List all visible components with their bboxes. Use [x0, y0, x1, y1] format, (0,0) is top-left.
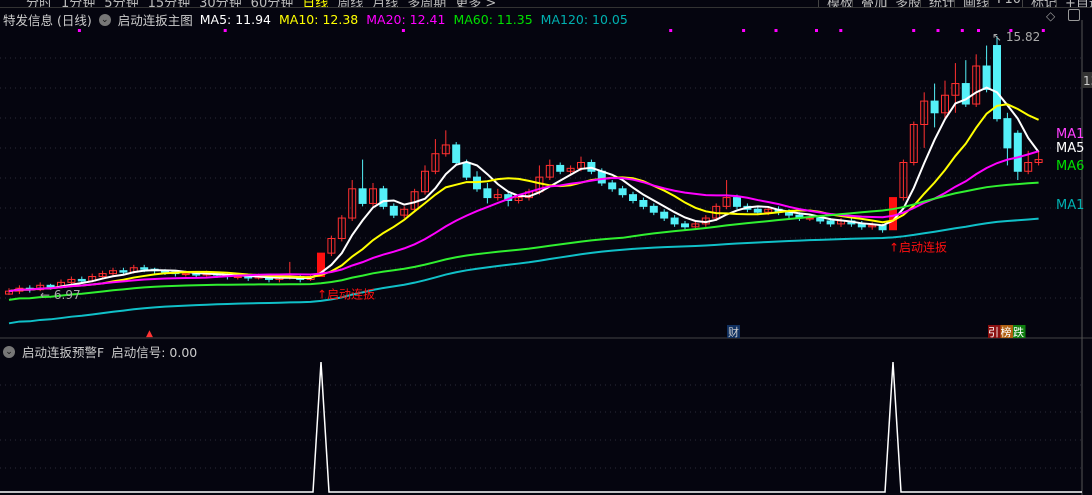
ma-value: MA60: 11.35 [453, 12, 533, 27]
candle [889, 197, 897, 231]
toolbar-button[interactable]: 多股 [886, 0, 921, 7]
candle [452, 144, 461, 163]
period-tab[interactable]: 更多 > [455, 0, 496, 7]
chevron-down-icon[interactable]: ⌄ [3, 345, 15, 358]
candle [649, 205, 658, 213]
candle [670, 217, 679, 225]
signal-annotation: ↑启动连扳 [317, 287, 375, 302]
candle [639, 200, 648, 207]
period-tab[interactable]: 60分钟 [251, 0, 294, 7]
top-marker [401, 29, 405, 32]
chevron-down-icon[interactable]: ⌄ [98, 13, 111, 26]
candle [733, 197, 741, 207]
finance-tag: 财 [728, 325, 739, 339]
candle [681, 223, 689, 228]
candle [753, 208, 762, 213]
ma-value: MA20: 12.41 [366, 12, 446, 27]
signal-annotation: ↑启动连扳 [889, 240, 947, 255]
period-tab[interactable]: 日线 [302, 0, 328, 7]
period-tab[interactable]: 月线 [372, 0, 398, 7]
indicator-name[interactable]: 启动连扳主图 [118, 10, 193, 29]
period-tab[interactable]: 多周期 [407, 0, 446, 7]
top-marker [774, 29, 778, 32]
sub-chart-header: ⌄ 启动连扳预警F 启动信号: 0.00 [3, 342, 197, 361]
period-tab[interactable]: 15分钟 [148, 0, 191, 7]
high-price-label: ↖ 15.82 [992, 30, 1040, 44]
period-toolbar: 分时 1分钟 5分钟 15分钟 30分钟 60分钟 日线 周线 月线 多周期 更多 > 模板 叠加 多股… [0, 0, 1092, 8]
period-tab[interactable]: 30分钟 [199, 0, 242, 7]
top-marker [977, 29, 980, 32]
candle [826, 220, 835, 225]
period-tab[interactable]: 周线 [337, 0, 363, 7]
candle [140, 267, 149, 270]
top-marker [77, 29, 81, 32]
period-tab[interactable]: 分时 [26, 0, 52, 7]
toolbar-buttons: 模板叠加多股统计画线F10标记+自选 [818, 0, 1092, 7]
toolbar-button[interactable]: F10 [988, 0, 1022, 7]
ma-right-label: MA6 [1056, 159, 1084, 174]
candle [389, 205, 398, 216]
ma5-line [8, 86, 1040, 293]
event-tag: 榜 [1001, 325, 1012, 339]
ma-value: MA5: 11.94 [199, 12, 272, 27]
top-marker [742, 29, 746, 32]
ma-right-label: MA1 [1056, 198, 1084, 213]
candle [660, 211, 669, 219]
top-marker [936, 29, 940, 32]
candle [358, 188, 367, 204]
toolbar-button[interactable]: 统计 [920, 0, 955, 7]
top-marker [960, 29, 964, 32]
ma-right-label: MA1 [1056, 127, 1084, 142]
price-axis-label: 13 [1083, 74, 1092, 88]
toolbar-button[interactable]: +自选 [1056, 0, 1092, 7]
sub-indicator-name[interactable]: 启动连扳预警F [22, 342, 104, 361]
period-tabs: 分时 1分钟 5分钟 15分钟 30分钟 60分钟 日线 周线 月线 多周期 更多 > [26, 0, 505, 7]
event-tag: 跌 [1013, 325, 1024, 339]
top-marker [669, 29, 673, 32]
up-arrow-icon: ▲ [146, 329, 153, 339]
top-marker [223, 29, 227, 32]
candle [982, 65, 991, 90]
candle [608, 182, 617, 190]
ma-value: MA10: 12.38 [279, 12, 359, 27]
candle [77, 278, 86, 282]
candle [1013, 132, 1022, 172]
top-marker [912, 29, 916, 32]
event-tag: 引 [988, 325, 999, 339]
candle [618, 188, 627, 196]
candle [556, 164, 565, 172]
period-tab[interactable]: 5分钟 [104, 0, 138, 7]
kline-chart[interactable]: 13MA1MA5MA6MA1← 6.97↖ 15.82↑启动连扳↑启动连扳▲财引… [0, 0, 1092, 495]
panel-toggle-icon[interactable] [1068, 9, 1080, 21]
signal-line [0, 361, 1082, 493]
main-chart-header: 特发信息 (日线) ⌄ 启动连扳主图 MA5: 11.94 MA10: 12.38… [3, 10, 628, 29]
diamond-icon[interactable]: ◇ [1046, 9, 1055, 23]
candle [629, 194, 637, 202]
toolbar-button[interactable]: 标记 [1022, 0, 1057, 7]
stock-title: 特发信息 (日线) [3, 13, 92, 28]
candle [181, 273, 190, 276]
toolbar-button[interactable]: 画线 [954, 0, 989, 7]
candle [816, 217, 825, 222]
top-marker [839, 29, 843, 32]
candle [46, 284, 55, 288]
signal-value: 启动信号: 0.00 [111, 345, 198, 360]
candle [119, 270, 128, 273]
top-marker [1041, 29, 1045, 32]
candle [930, 100, 939, 114]
ma60-line [8, 181, 1039, 301]
toolbar-button[interactable]: 模板 [818, 0, 853, 7]
period-tab[interactable]: 1分钟 [61, 0, 95, 7]
candle [462, 161, 471, 178]
ma-right-label: MA5 [1056, 141, 1084, 156]
ma-value: MA120: 10.05 [540, 12, 628, 27]
candle [483, 188, 492, 199]
low-price-label: ← 6.97 [40, 288, 81, 302]
toolbar-button[interactable]: 叠加 [852, 0, 887, 7]
top-marker [815, 29, 818, 32]
candle [1003, 118, 1012, 149]
